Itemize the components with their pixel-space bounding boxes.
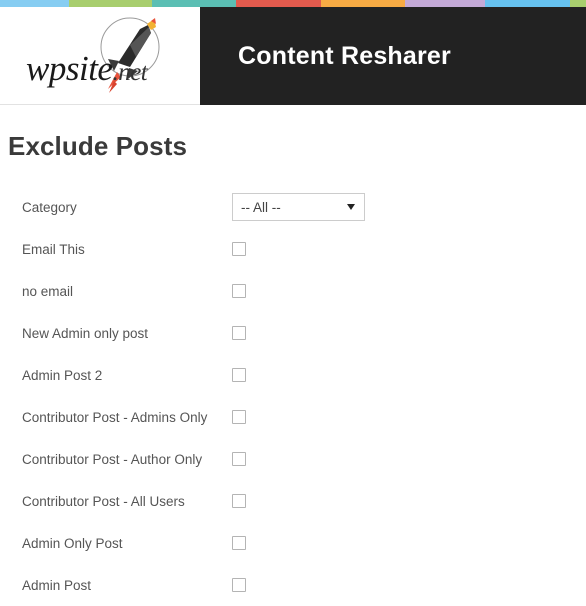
post-row: Contributor Post - Admins Only — [0, 396, 586, 438]
post-list: Email This no email New Admin only post Adm… — [0, 228, 586, 606]
exclude-post-checkbox[interactable] — [232, 452, 246, 466]
segment-blue-1 — [0, 0, 69, 7]
post-row: Email This — [0, 228, 586, 270]
chevron-down-icon — [347, 204, 355, 210]
logo-brand: wpsite — [26, 49, 113, 88]
post-checkbox-cell — [232, 326, 586, 340]
post-label: Admin Only Post — [22, 535, 123, 551]
exclude-post-checkbox[interactable] — [232, 326, 246, 340]
app-title: Content Resharer — [238, 41, 451, 70]
post-row: Admin Only Post — [0, 522, 586, 564]
exclude-posts-form: Category -- All -- Email This no email New… — [0, 186, 586, 606]
category-selected-value: -- All -- — [241, 199, 281, 215]
post-row: Admin Post — [0, 564, 586, 606]
wpsite-logo[interactable]: wpsite.net — [18, 15, 188, 97]
page-title: Exclude Posts — [8, 131, 188, 161]
exclude-post-checkbox[interactable] — [232, 242, 246, 256]
post-label: Email This — [22, 241, 85, 257]
app-header: wpsite.net Content Resharer — [0, 7, 586, 105]
exclude-post-checkbox[interactable] — [232, 368, 246, 382]
post-checkbox-cell — [232, 368, 586, 382]
exclude-post-checkbox[interactable] — [232, 578, 246, 592]
post-label: no email — [22, 283, 74, 299]
category-label: Category — [22, 199, 77, 215]
post-label: New Admin only post — [22, 325, 149, 341]
post-checkbox-cell — [232, 452, 586, 466]
post-row: no email — [0, 270, 586, 312]
logo-panel: wpsite.net — [0, 7, 200, 105]
segment-green-2 — [569, 0, 586, 7]
post-checkbox-cell — [232, 410, 586, 424]
post-checkbox-cell — [232, 494, 586, 508]
post-row: Admin Post 2 — [0, 354, 586, 396]
main-content: Exclude Posts Category -- All -- Email T… — [0, 131, 586, 606]
segment-green-1 — [68, 0, 153, 7]
segment-purple — [404, 0, 486, 7]
logo-wordmark: wpsite.net — [26, 49, 148, 89]
segment-blue-2 — [485, 0, 570, 7]
post-label: Contributor Post - Admins Only — [22, 409, 208, 425]
segment-red — [235, 0, 322, 7]
post-row: New Admin only post — [0, 312, 586, 354]
post-checkbox-cell — [232, 578, 586, 592]
post-checkbox-cell — [232, 284, 586, 298]
post-label: Admin Post 2 — [22, 367, 103, 383]
post-checkbox-cell — [232, 536, 586, 550]
header-title-area: Content Resharer — [200, 7, 586, 105]
category-row: Category -- All -- — [0, 186, 586, 228]
post-label: Contributor Post - All Users — [22, 493, 185, 509]
post-row: Contributor Post - All Users — [0, 480, 586, 522]
category-select[interactable]: -- All -- — [232, 193, 365, 221]
exclude-post-checkbox[interactable] — [232, 494, 246, 508]
post-checkbox-cell — [232, 242, 586, 256]
exclude-post-checkbox[interactable] — [232, 284, 246, 298]
segment-orange — [321, 0, 405, 7]
exclude-post-checkbox[interactable] — [232, 536, 246, 550]
category-field: -- All -- — [232, 193, 586, 221]
segment-teal — [152, 0, 236, 7]
post-label: Admin Post — [22, 577, 92, 593]
top-color-bar — [0, 0, 586, 7]
logo-tld: .net — [112, 59, 148, 86]
exclude-post-checkbox[interactable] — [232, 410, 246, 424]
post-label: Contributor Post - Author Only — [22, 451, 203, 467]
post-row: Contributor Post - Author Only — [0, 438, 586, 480]
